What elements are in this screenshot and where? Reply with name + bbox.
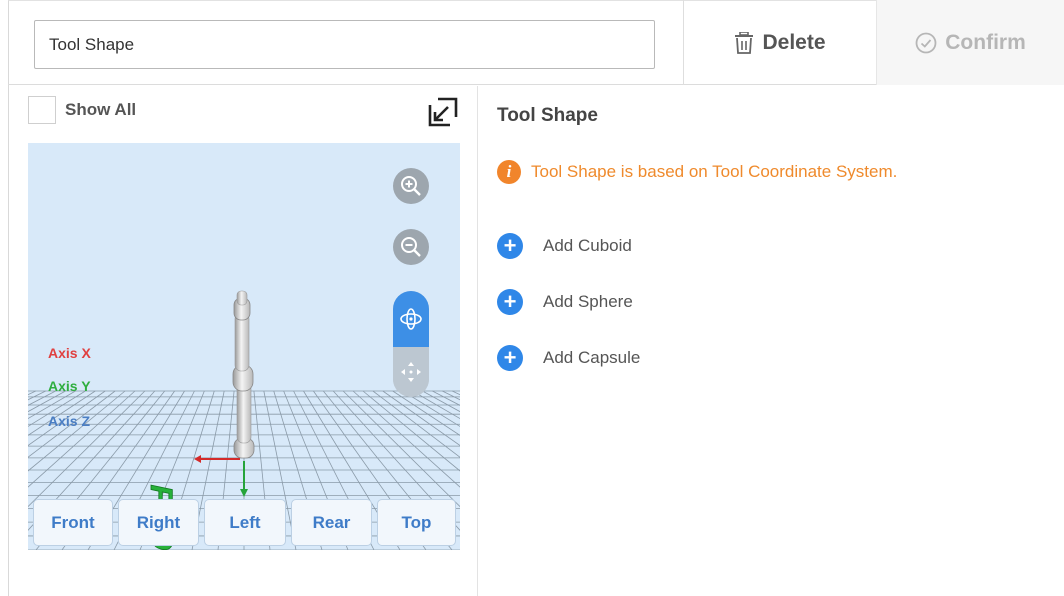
expand-view-button[interactable] [426, 95, 460, 129]
confirm-label: Confirm [945, 30, 1026, 54]
show-all-toggle[interactable]: Show All [28, 96, 136, 124]
zoom-in-icon [401, 176, 421, 196]
plus-icon: + [497, 289, 523, 315]
view-left-button[interactable]: Left [204, 499, 286, 546]
panel-divider [477, 86, 478, 596]
add-sphere-button[interactable]: + Add Sphere [497, 289, 633, 315]
tool-shape-name-input[interactable] [34, 20, 655, 69]
zoom-out-icon [401, 237, 421, 257]
add-capsule-label: Add Capsule [543, 348, 641, 367]
expand-arrow-icon [428, 97, 458, 127]
rotate-mode-button[interactable] [393, 291, 429, 347]
3d-viewport[interactable]: FRONT Axis X Axis Y Axis Z [28, 143, 460, 550]
pan-mode-button[interactable] [393, 347, 429, 397]
plus-icon: + [497, 233, 523, 259]
axis-y-label: Axis Y [48, 378, 91, 394]
axis-x-label: Axis X [48, 345, 91, 361]
view-rear-button[interactable]: Rear [291, 499, 372, 546]
add-cuboid-button[interactable]: + Add Cuboid [497, 233, 632, 259]
add-sphere-label: Add Sphere [543, 292, 633, 311]
info-notice: i Tool Shape is based on Tool Coordinate… [497, 160, 897, 184]
delete-label: Delete [762, 30, 826, 54]
add-cuboid-label: Add Cuboid [543, 236, 632, 255]
axis-z-label: Axis Z [48, 413, 91, 429]
pan-icon [401, 362, 421, 382]
check-circle-icon [915, 32, 937, 53]
zoom-out-button[interactable] [393, 229, 429, 265]
show-all-checkbox[interactable] [28, 96, 56, 124]
confirm-button[interactable]: Confirm [876, 0, 1064, 85]
plus-icon: + [497, 345, 523, 371]
view-front-button[interactable]: Front [33, 499, 113, 546]
info-text: Tool Shape is based on Tool Coordinate S… [531, 162, 898, 181]
rotate-icon [400, 308, 422, 330]
robot-arm [232, 290, 255, 459]
zoom-in-button[interactable] [393, 168, 429, 204]
show-all-label: Show All [65, 100, 137, 119]
delete-button[interactable]: Delete [683, 0, 876, 85]
trash-icon [735, 31, 754, 54]
add-capsule-button[interactable]: + Add Capsule [497, 345, 640, 371]
section-title: Tool Shape [497, 105, 598, 126]
view-mode-toggle [393, 291, 429, 397]
view-right-button[interactable]: Right [118, 499, 199, 546]
view-top-button[interactable]: Top [377, 499, 456, 546]
info-icon: i [497, 160, 521, 184]
